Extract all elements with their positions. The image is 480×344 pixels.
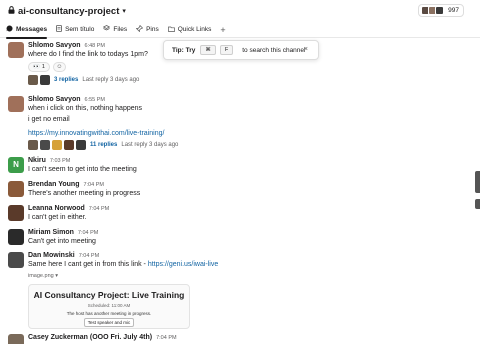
avatar [435, 6, 445, 15]
message-icon [6, 25, 13, 34]
message-link[interactable]: https://geni.us/iwai-live [148, 261, 218, 268]
chevron-down-icon: ▾ [55, 273, 58, 279]
add-tab-button[interactable]: + [220, 25, 225, 35]
avatar [76, 140, 86, 150]
message: Shlomo Savyon 6:48 PM where do I find th… [0, 42, 470, 92]
reaction-count: 1 [41, 64, 45, 70]
last-reply: Last reply 3 days ago [82, 77, 140, 83]
sender-name[interactable]: Shlomo Savyon [28, 42, 81, 49]
thread-summary[interactable]: 11 replies Last reply 3 days ago [28, 140, 178, 150]
lock-icon [8, 6, 15, 16]
sender-name[interactable]: Leanna Norwood [28, 205, 85, 212]
avatar [40, 140, 50, 150]
avatar[interactable] [8, 334, 24, 344]
add-reaction-icon[interactable]: ☺ [52, 62, 66, 72]
channel-header: ai-consultancy-project ▾ 997 [0, 0, 480, 22]
message-link[interactable]: https://my.innovatingwithai.com/live-tra… [28, 128, 178, 139]
avatar [28, 140, 38, 150]
replies-link[interactable]: 3 replies [54, 77, 78, 83]
image-preview[interactable]: AI Consultancy Project: Live Training Sc… [28, 284, 190, 329]
preview-title: AI Consultancy Project: Live Training [33, 290, 185, 300]
replies-link[interactable]: 11 replies [90, 142, 117, 148]
document-icon [56, 25, 62, 34]
tab-quick-links[interactable]: Quick Links [167, 22, 212, 38]
timestamp[interactable]: 7:04 PM [156, 335, 176, 341]
tab-pins[interactable]: Pins [135, 22, 159, 38]
members-button[interactable]: 997 [418, 4, 464, 17]
attachment-filename: image.png [28, 273, 54, 279]
message: Dan Mowinski 7:04 PM Same here I cant ge… [0, 252, 470, 284]
message: Casey Zuckerman (OOO Fri. July 4th) 7:04… [0, 334, 470, 344]
avatar [64, 140, 74, 150]
avatar[interactable] [8, 229, 24, 245]
message-text: Can't get into meeting [28, 238, 96, 245]
attachment-name[interactable]: image.png ▾ [28, 273, 218, 279]
message-text: when i click on this, nothing happens [28, 105, 143, 112]
message-text-body: Same here I cant get in from this link - [28, 261, 148, 268]
thread-summary[interactable]: 3 replies Last reply 3 days ago [28, 75, 148, 85]
files-icon [103, 25, 111, 34]
last-reply: Last reply 3 days ago [121, 142, 179, 148]
timestamp[interactable]: 7:04 PM [89, 206, 109, 212]
resize-handle[interactable] [475, 199, 480, 209]
tab-label: Sem título [65, 26, 95, 33]
message-text: There's another meeting in progress [28, 190, 141, 197]
sender-name[interactable]: Dan Mowinski [28, 252, 75, 259]
chevron-down-icon[interactable]: ▾ [122, 7, 126, 15]
avatar [40, 75, 50, 85]
avatar[interactable] [8, 96, 24, 112]
channel-name[interactable]: ai-consultancy-project [18, 6, 119, 17]
sender-name[interactable]: Shlomo Savyon [28, 96, 81, 103]
test-speaker-button: Test speaker and mic [83, 318, 135, 327]
reaction-eyes[interactable]: 👀 1 [28, 62, 50, 72]
avatar[interactable] [8, 42, 24, 58]
preview-host-message: The host has another meeting in progress… [66, 311, 152, 316]
avatar [52, 140, 62, 150]
eyes-icon: 👀 [33, 64, 40, 70]
sender-name[interactable]: Casey Zuckerman (OOO Fri. July 4th) [28, 334, 152, 341]
message: N Nkiru 7:03 PM I can't seem to get into… [0, 157, 470, 179]
avatar[interactable] [8, 205, 24, 221]
sender-name[interactable]: Miriam Simon [28, 229, 74, 236]
tab-label: Quick Links [177, 26, 212, 33]
avatar[interactable] [8, 252, 24, 268]
sender-name[interactable]: Nkiru [28, 157, 46, 164]
resize-handle[interactable] [475, 171, 480, 193]
message-text: I can't get in either. [28, 214, 87, 221]
message-text: i get no email [28, 116, 70, 123]
tab-label: Files [113, 26, 128, 33]
pin-icon [135, 24, 144, 34]
tab-messages[interactable]: Messages [6, 22, 48, 39]
tab-label: Messages [16, 26, 48, 33]
tab-files[interactable]: Files [103, 22, 127, 38]
avatar[interactable]: N [8, 157, 24, 173]
message-text: I can't seem to get into the meeting [28, 166, 137, 173]
sender-name[interactable]: Brendan Young [28, 181, 79, 188]
member-count: 997 [448, 7, 459, 14]
preview-scheduled: Scheduled: 11:00 AM [87, 303, 131, 308]
channel-tabs: Messages Sem título Files Pins Quick Lin… [0, 22, 480, 39]
tab-sem-titulo[interactable]: Sem título [56, 22, 94, 38]
folder-icon [167, 26, 175, 34]
avatar [28, 75, 38, 85]
message-text: Same here I cant get in from this link -… [28, 259, 218, 270]
message-text: where do I find the link to todays 1pm? [28, 51, 148, 58]
message: Brendan Young 7:04 PM There's another me… [0, 181, 470, 203]
message: Shlomo Savyon 6:55 PM when i click on th… [0, 96, 470, 152]
message: Leanna Norwood 7:04 PM I can't get in ei… [0, 205, 470, 227]
message: Miriam Simon 7:04 PM Can't get into meet… [0, 229, 470, 251]
tab-label: Pins [146, 26, 159, 33]
avatar[interactable] [8, 181, 24, 197]
